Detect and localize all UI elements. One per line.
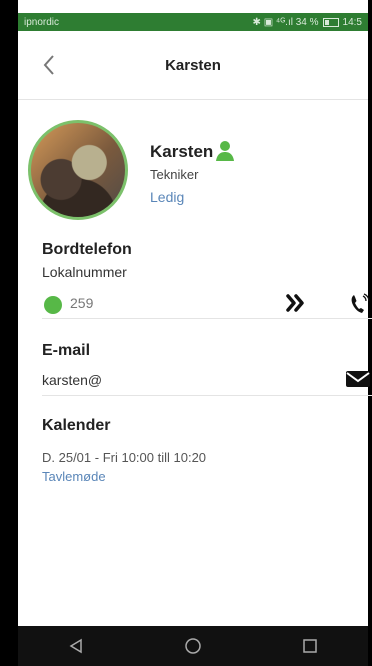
divider: [42, 395, 372, 396]
email-title: E-mail: [42, 342, 91, 359]
phone-icon[interactable]: [347, 292, 371, 316]
chevron-left-icon[interactable]: [40, 53, 58, 77]
local-number[interactable]: 259: [70, 295, 93, 311]
desk-phone-section: Bordtelefon Lokalnummer 259: [42, 241, 371, 320]
mail-icon[interactable]: [345, 369, 371, 389]
screen-header: Karsten: [18, 31, 368, 100]
nav-back-icon: [69, 638, 83, 654]
status-indicators: ✱ ▣ ⁴ᴳ.ıl 34 % 14:5: [253, 17, 362, 28]
forward-icon[interactable]: [285, 292, 307, 314]
divider: [42, 318, 372, 319]
email-section: E-mail karsten@: [42, 342, 371, 389]
presence-status: Ledig: [150, 189, 185, 205]
local-number-label: Lokalnummer: [42, 264, 127, 280]
nav-back-button[interactable]: [60, 632, 92, 660]
nav-home-icon: [185, 638, 201, 654]
calendar-section: Kalender D. 25/01 - Fri 10:00 till 10:20…: [42, 417, 368, 484]
page-title: Karsten: [165, 56, 221, 74]
left-bezel: [0, 0, 18, 666]
calendar-title: Kalender: [42, 417, 111, 434]
person-icon: [216, 141, 234, 161]
green-dot-icon: [44, 296, 62, 314]
email-address[interactable]: karsten@: [42, 372, 368, 388]
status-bar: ipnordic ✱ ▣ ⁴ᴳ.ıl 34 % 14:5: [18, 13, 368, 31]
desk-phone-title: Bordtelefon: [42, 241, 132, 258]
phone-number-row: 259: [42, 290, 371, 320]
profile-name: Karsten: [150, 142, 214, 161]
nav-recent-button[interactable]: [294, 632, 326, 660]
nav-home-button[interactable]: [177, 632, 209, 660]
status-time: 14:5: [342, 16, 362, 28]
profile-role: Tekniker: [150, 167, 199, 182]
phone-screen: ipnordic ✱ ▣ ⁴ᴳ.ıl 34 % 14:5 Karsten Kar…: [0, 0, 372, 666]
battery-icon: [322, 17, 339, 27]
avatar: [28, 120, 128, 220]
android-navigation-bar: [18, 626, 368, 666]
nav-recent-icon: [302, 639, 317, 653]
carrier-name: ipnordic: [24, 16, 60, 28]
signal-battery-text: ✱ ▣ ⁴ᴳ.ıl 34 %: [252, 16, 319, 28]
right-bezel: [368, 0, 372, 666]
calendar-entry: D. 25/01 - Fri 10:00 till 10:20: [42, 450, 207, 465]
calendar-description: Tavlemøde: [42, 469, 106, 484]
